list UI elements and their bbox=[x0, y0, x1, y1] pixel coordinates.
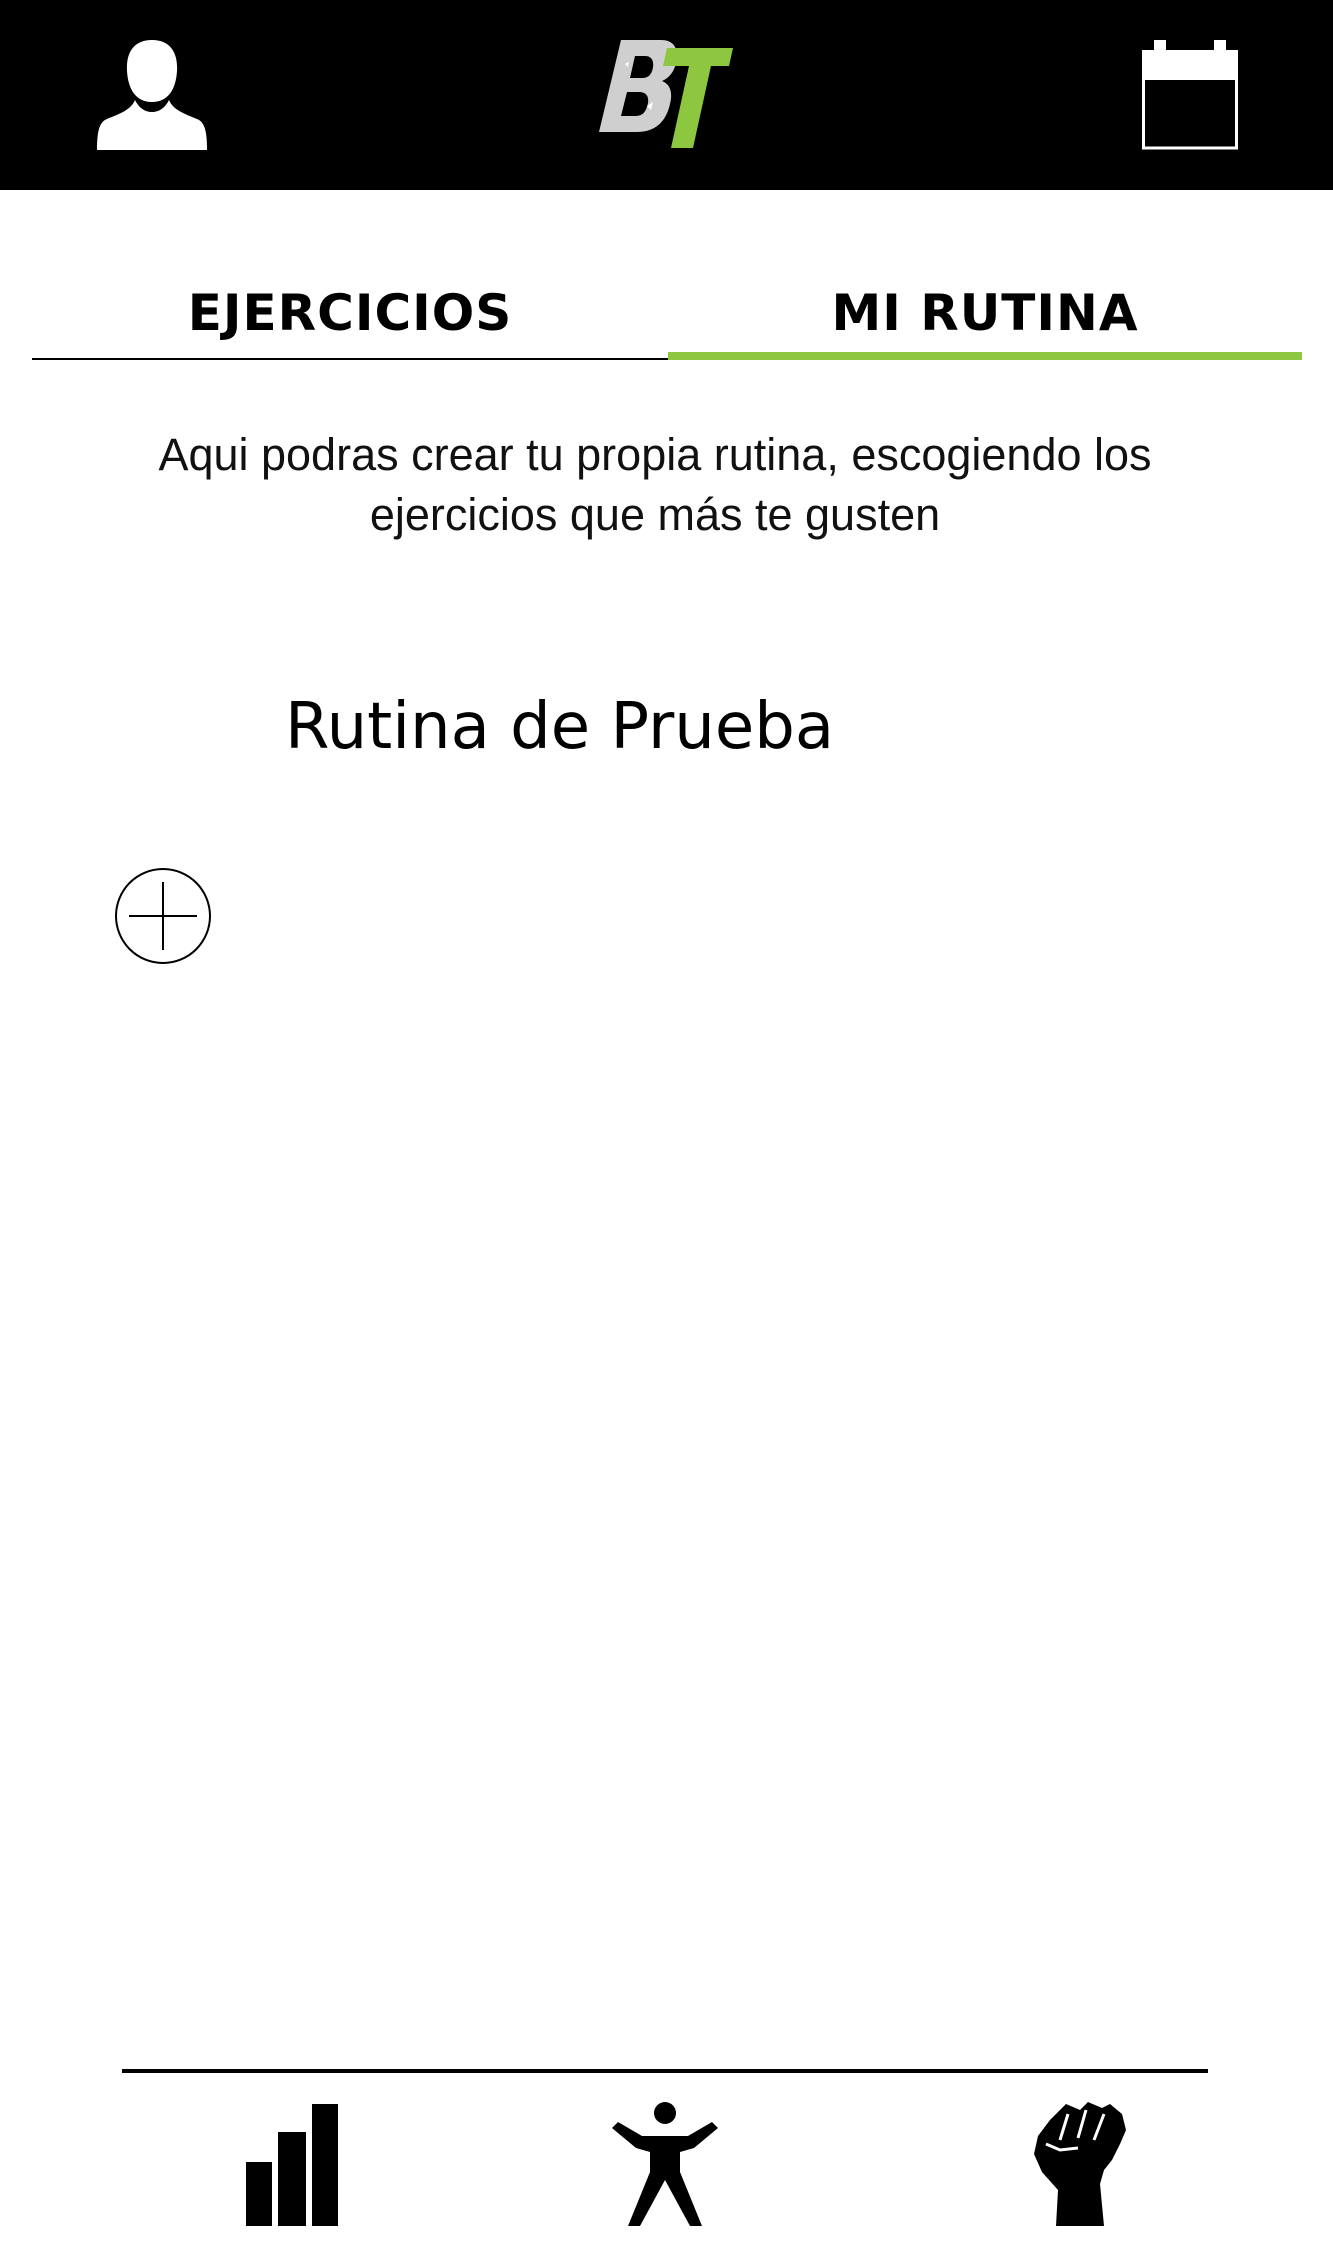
raised-fist-icon bbox=[1034, 2102, 1126, 2226]
person-icon bbox=[97, 40, 207, 150]
plus-circle-icon bbox=[115, 868, 211, 964]
routine-name[interactable]: Rutina de Prueba bbox=[285, 690, 834, 764]
calendar-icon bbox=[1142, 40, 1238, 150]
profile-button[interactable] bbox=[95, 38, 210, 153]
bt-logo bbox=[595, 36, 735, 154]
nav-motivation-button[interactable] bbox=[1030, 2100, 1130, 2226]
active-tab-indicator bbox=[668, 352, 1302, 360]
tab-mi-rutina[interactable]: MI RUTINA bbox=[668, 270, 1302, 356]
bar-chart-icon bbox=[246, 2104, 338, 2226]
tab-bar: EJERCICIOS MI RUTINA bbox=[32, 270, 1302, 360]
description-text: Aqui podras crear tu propia rutina, esco… bbox=[158, 429, 1152, 540]
nav-stats-button[interactable] bbox=[244, 2100, 340, 2226]
bottom-nav-divider bbox=[122, 2069, 1208, 2073]
add-exercise-button[interactable] bbox=[114, 867, 212, 965]
tab-ejercicios[interactable]: EJERCICIOS bbox=[32, 270, 668, 356]
nav-exercises-button[interactable] bbox=[610, 2100, 720, 2226]
app-header bbox=[0, 0, 1333, 190]
person-exercise-icon bbox=[612, 2102, 718, 2226]
calendar-button[interactable] bbox=[1140, 38, 1240, 153]
